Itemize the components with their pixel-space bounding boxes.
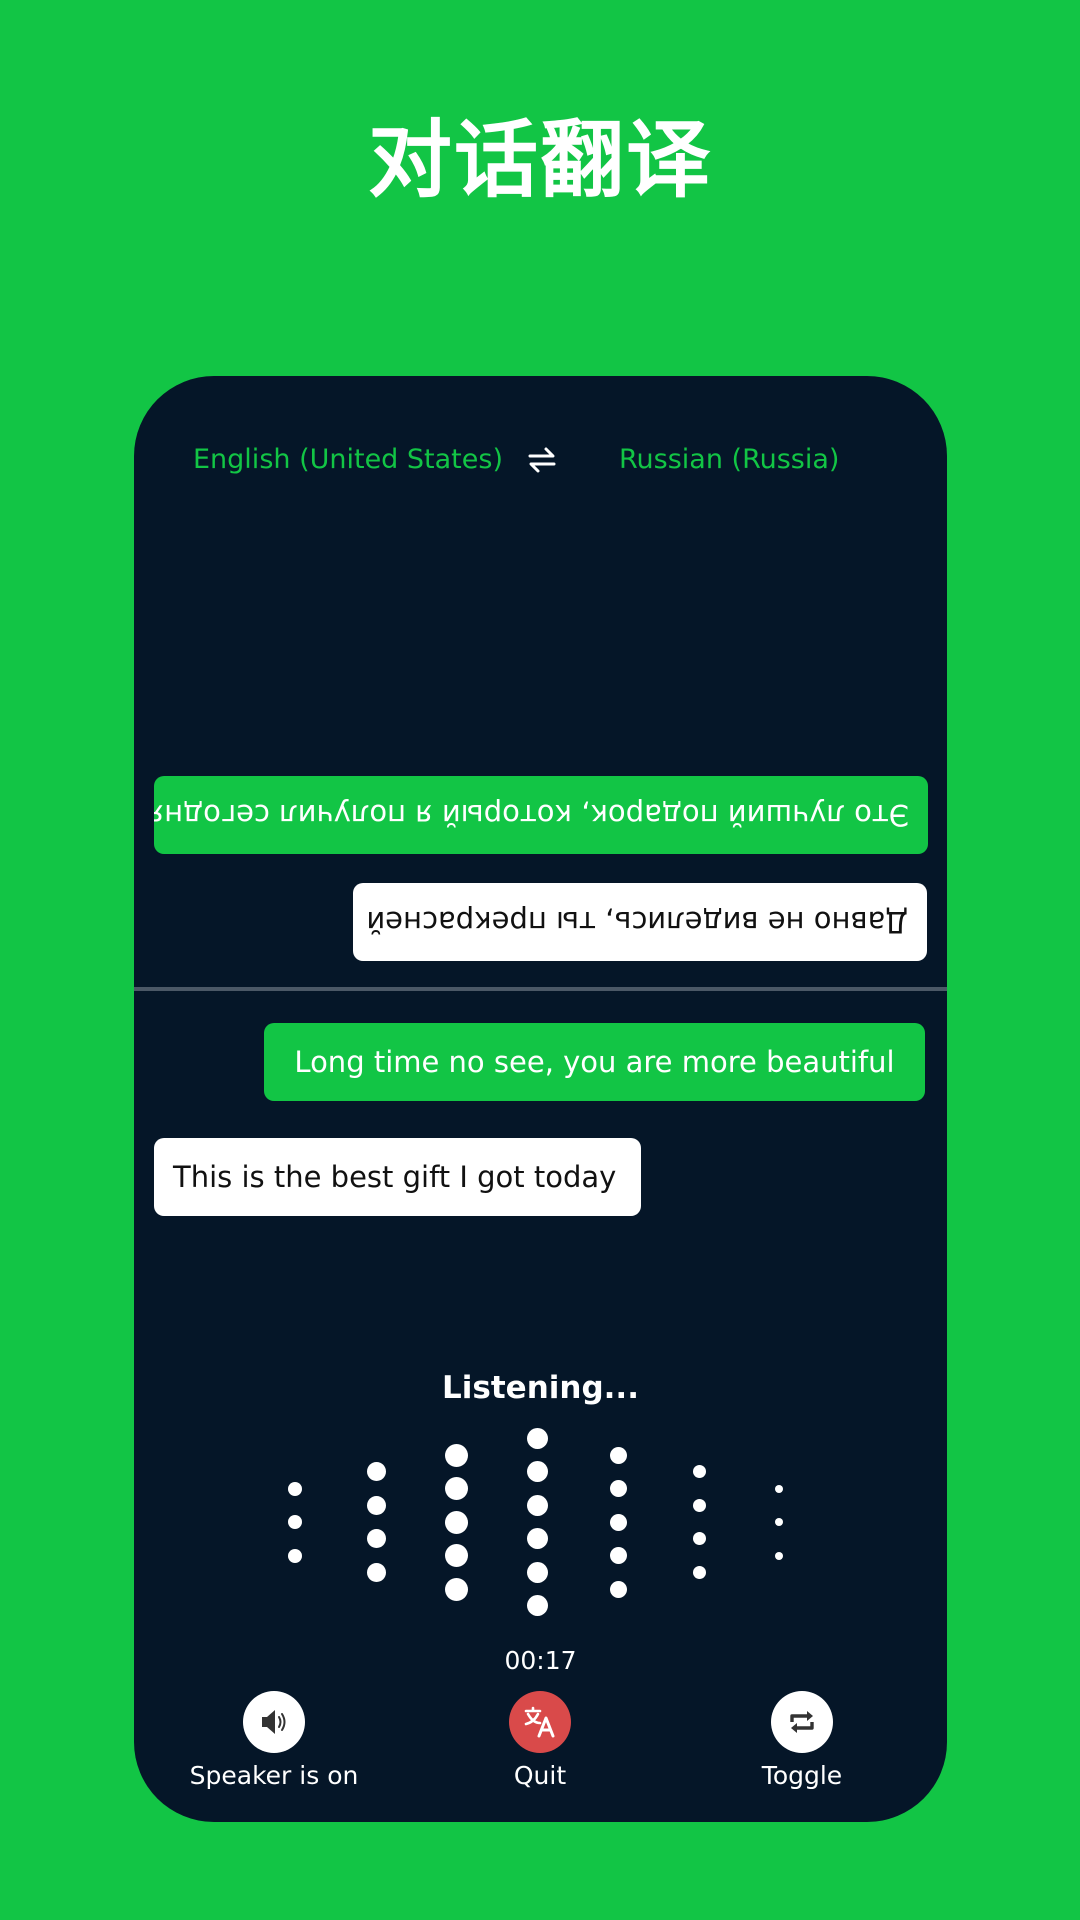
waveform-dot xyxy=(609,1446,627,1464)
message-text: Это лучший подарок, который я получил се… xyxy=(154,798,909,832)
waveform-dot xyxy=(444,1443,468,1467)
message-text: Long time no see, you are more beautiful xyxy=(294,1045,895,1079)
message-bubble-translated: This is the best gift I got today xyxy=(154,1138,641,1216)
waveform-dot xyxy=(609,1480,627,1497)
waveform-dot xyxy=(775,1551,783,1560)
waveform-dot xyxy=(526,1528,548,1550)
waveform-dot xyxy=(444,1477,468,1500)
quit-label: Quit xyxy=(513,1761,567,1790)
waveform-dot xyxy=(288,1481,302,1496)
split-divider xyxy=(134,987,947,991)
toggle-button[interactable]: Toggle xyxy=(702,1691,902,1801)
waveform-dot xyxy=(444,1510,468,1534)
waveform-dot xyxy=(692,1565,706,1579)
waveform-dot xyxy=(288,1548,302,1563)
waveform-dot xyxy=(775,1484,783,1493)
message-bubble-original: Long time no see, you are more beautiful xyxy=(264,1023,925,1101)
message-bubble-original: Давно не виделись, ты прекрасней xyxy=(353,883,927,961)
source-language-selector[interactable]: English (United States) xyxy=(193,442,503,478)
waveform-dot xyxy=(526,1595,548,1617)
target-language-selector[interactable]: Russian (Russia) xyxy=(619,442,839,478)
quit-circle xyxy=(509,1691,571,1753)
speaker-label: Speaker is on xyxy=(189,1761,359,1790)
page-title: 对话翻译 xyxy=(367,111,712,209)
waveform-dot xyxy=(692,1465,706,1479)
waveform-dot xyxy=(526,1561,548,1583)
speaker-button[interactable]: Speaker is on xyxy=(174,1691,374,1801)
waveform-dot xyxy=(609,1580,627,1598)
toggle-label: Toggle xyxy=(761,1761,843,1790)
speaker-circle xyxy=(243,1691,305,1753)
waveform-dot xyxy=(444,1544,468,1567)
swap-arrows-icon xyxy=(528,447,556,473)
waveform-dot xyxy=(366,1462,386,1482)
message-bubble-translated: Это лучший подарок, который я получил се… xyxy=(154,776,928,854)
repeat-icon xyxy=(790,1711,814,1733)
waveform-dot xyxy=(444,1577,468,1601)
message-text: This is the best gift I got today xyxy=(173,1160,617,1194)
recording-timer: 00:17 xyxy=(504,1646,577,1675)
quit-button[interactable]: Quit xyxy=(440,1691,640,1801)
waveform-dot xyxy=(775,1518,783,1526)
waveform-dot xyxy=(526,1427,548,1449)
toggle-circle xyxy=(771,1691,833,1753)
swap-languages-button[interactable] xyxy=(527,444,557,476)
waveform-dot xyxy=(366,1495,386,1515)
waveform-dot xyxy=(366,1562,386,1582)
translate-icon xyxy=(524,1706,555,1738)
waveform-dot xyxy=(288,1515,302,1529)
waveform-dot xyxy=(609,1547,627,1564)
waveform-dot xyxy=(366,1529,386,1549)
message-text: Давно не виделись, ты прекрасней xyxy=(366,905,908,939)
listening-status: Listening... xyxy=(442,1370,639,1406)
waveform-dot xyxy=(526,1494,548,1516)
conversation-panel: English (United States) Russian (Russia)… xyxy=(134,376,947,1822)
waveform-dot xyxy=(692,1532,706,1546)
speaker-icon xyxy=(262,1710,286,1734)
waveform-dot xyxy=(692,1498,706,1512)
waveform-dot xyxy=(526,1461,548,1483)
waveform-dot xyxy=(609,1513,627,1531)
